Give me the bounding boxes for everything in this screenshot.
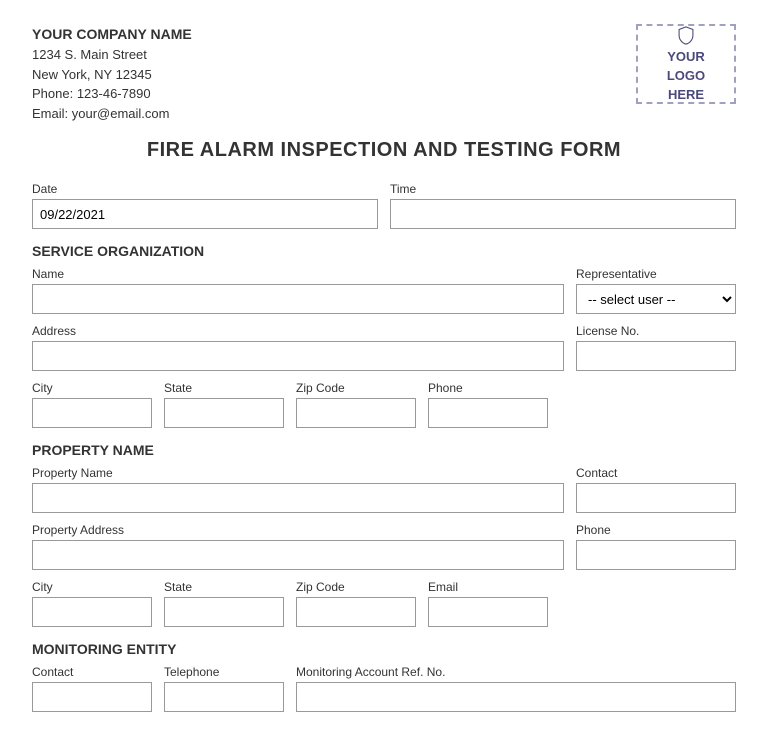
service-name-input[interactable] <box>32 284 564 314</box>
logo-placeholder: YOUR LOGO HERE <box>636 24 736 104</box>
company-email: Email: your@email.com <box>32 104 192 124</box>
service-state-field-group: State <box>164 381 284 428</box>
license-label: License No. <box>576 324 736 338</box>
representative-field-group: Representative -- select user -- <box>576 267 736 314</box>
service-address-row: Address License No. <box>32 324 736 371</box>
service-zip-input[interactable] <box>296 398 416 428</box>
service-city-label: City <box>32 381 152 395</box>
monitoring-contact-field-group: Contact <box>32 665 152 712</box>
monitoring-account-input[interactable] <box>296 682 736 712</box>
property-contact-input[interactable] <box>576 483 736 513</box>
logo-text-line2: LOGO <box>667 68 705 83</box>
property-state-input[interactable] <box>164 597 284 627</box>
property-address-label: Property Address <box>32 523 564 537</box>
property-address-field-group: Property Address <box>32 523 564 570</box>
property-city-label: City <box>32 580 152 594</box>
time-input[interactable] <box>390 199 736 229</box>
company-name: YOUR COMPANY NAME <box>32 24 192 45</box>
form-title: FIRE ALARM INSPECTION AND TESTING FORM <box>32 139 736 162</box>
service-name-field-group: Name <box>32 267 564 314</box>
company-phone: Phone: 123-46-7890 <box>32 84 192 104</box>
service-address-input[interactable] <box>32 341 564 371</box>
shield-icon <box>670 26 702 45</box>
service-phone-label: Phone <box>428 381 548 395</box>
property-name-field-group: Property Name <box>32 466 564 513</box>
company-city-state-zip: New York, NY 12345 <box>32 65 192 85</box>
service-city-input[interactable] <box>32 398 152 428</box>
date-time-row: Date Time <box>32 182 736 229</box>
property-phone-field-group: Phone <box>576 523 736 570</box>
property-email-label: Email <box>428 580 548 594</box>
property-state-label: State <box>164 580 284 594</box>
time-label: Time <box>390 182 736 196</box>
logo-text-line1: YOUR <box>667 49 705 64</box>
monitoring-contact-input[interactable] <box>32 682 152 712</box>
monitoring-account-label: Monitoring Account Ref. No. <box>296 665 736 679</box>
service-city-state-row: City State Zip Code Phone <box>32 381 736 428</box>
property-email-field-group: Email <box>428 580 548 627</box>
telephone-label: Telephone <box>164 665 284 679</box>
logo-text-line3: HERE <box>668 87 704 102</box>
date-label: Date <box>32 182 378 196</box>
service-org-title: SERVICE ORGANIZATION <box>32 243 736 259</box>
service-zip-label: Zip Code <box>296 381 416 395</box>
service-state-input[interactable] <box>164 398 284 428</box>
representative-select[interactable]: -- select user -- <box>576 284 736 314</box>
date-field-group: Date <box>32 182 378 229</box>
monitoring-account-field-group: Monitoring Account Ref. No. <box>296 665 736 712</box>
property-phone-label: Phone <box>576 523 736 537</box>
service-phone-field-group: Phone <box>428 381 548 428</box>
license-field-group: License No. <box>576 324 736 371</box>
monitoring-row: Contact Telephone Monitoring Account Ref… <box>32 665 736 712</box>
monitoring-title: MONITORING ENTITY <box>32 641 736 657</box>
property-city-state-row: City State Zip Code Email <box>32 580 736 627</box>
monitoring-contact-label: Contact <box>32 665 152 679</box>
property-name-label: Property Name <box>32 466 564 480</box>
service-phone-input[interactable] <box>428 398 548 428</box>
service-name-row: Name Representative -- select user -- <box>32 267 736 314</box>
property-name-row: Property Name Contact <box>32 466 736 513</box>
property-state-field-group: State <box>164 580 284 627</box>
property-zip-input[interactable] <box>296 597 416 627</box>
property-email-input[interactable] <box>428 597 548 627</box>
property-contact-label: Contact <box>576 466 736 480</box>
property-address-input[interactable] <box>32 540 564 570</box>
page-header: YOUR COMPANY NAME 1234 S. Main Street Ne… <box>32 24 736 123</box>
property-contact-field-group: Contact <box>576 466 736 513</box>
license-input[interactable] <box>576 341 736 371</box>
property-city-field-group: City <box>32 580 152 627</box>
representative-label: Representative <box>576 267 736 281</box>
telephone-input[interactable] <box>164 682 284 712</box>
service-address-field-group: Address <box>32 324 564 371</box>
property-name-input[interactable] <box>32 483 564 513</box>
property-city-input[interactable] <box>32 597 152 627</box>
date-input[interactable] <box>32 199 378 229</box>
property-zip-field-group: Zip Code <box>296 580 416 627</box>
service-name-label: Name <box>32 267 564 281</box>
service-state-label: State <box>164 381 284 395</box>
property-address-row: Property Address Phone <box>32 523 736 570</box>
company-address: 1234 S. Main Street <box>32 45 192 65</box>
property-name-title: PROPERTY NAME <box>32 442 736 458</box>
property-phone-input[interactable] <box>576 540 736 570</box>
service-zip-field-group: Zip Code <box>296 381 416 428</box>
service-address-label: Address <box>32 324 564 338</box>
telephone-field-group: Telephone <box>164 665 284 712</box>
company-info: YOUR COMPANY NAME 1234 S. Main Street Ne… <box>32 24 192 123</box>
property-zip-label: Zip Code <box>296 580 416 594</box>
service-city-field-group: City <box>32 381 152 428</box>
time-field-group: Time <box>390 182 736 229</box>
